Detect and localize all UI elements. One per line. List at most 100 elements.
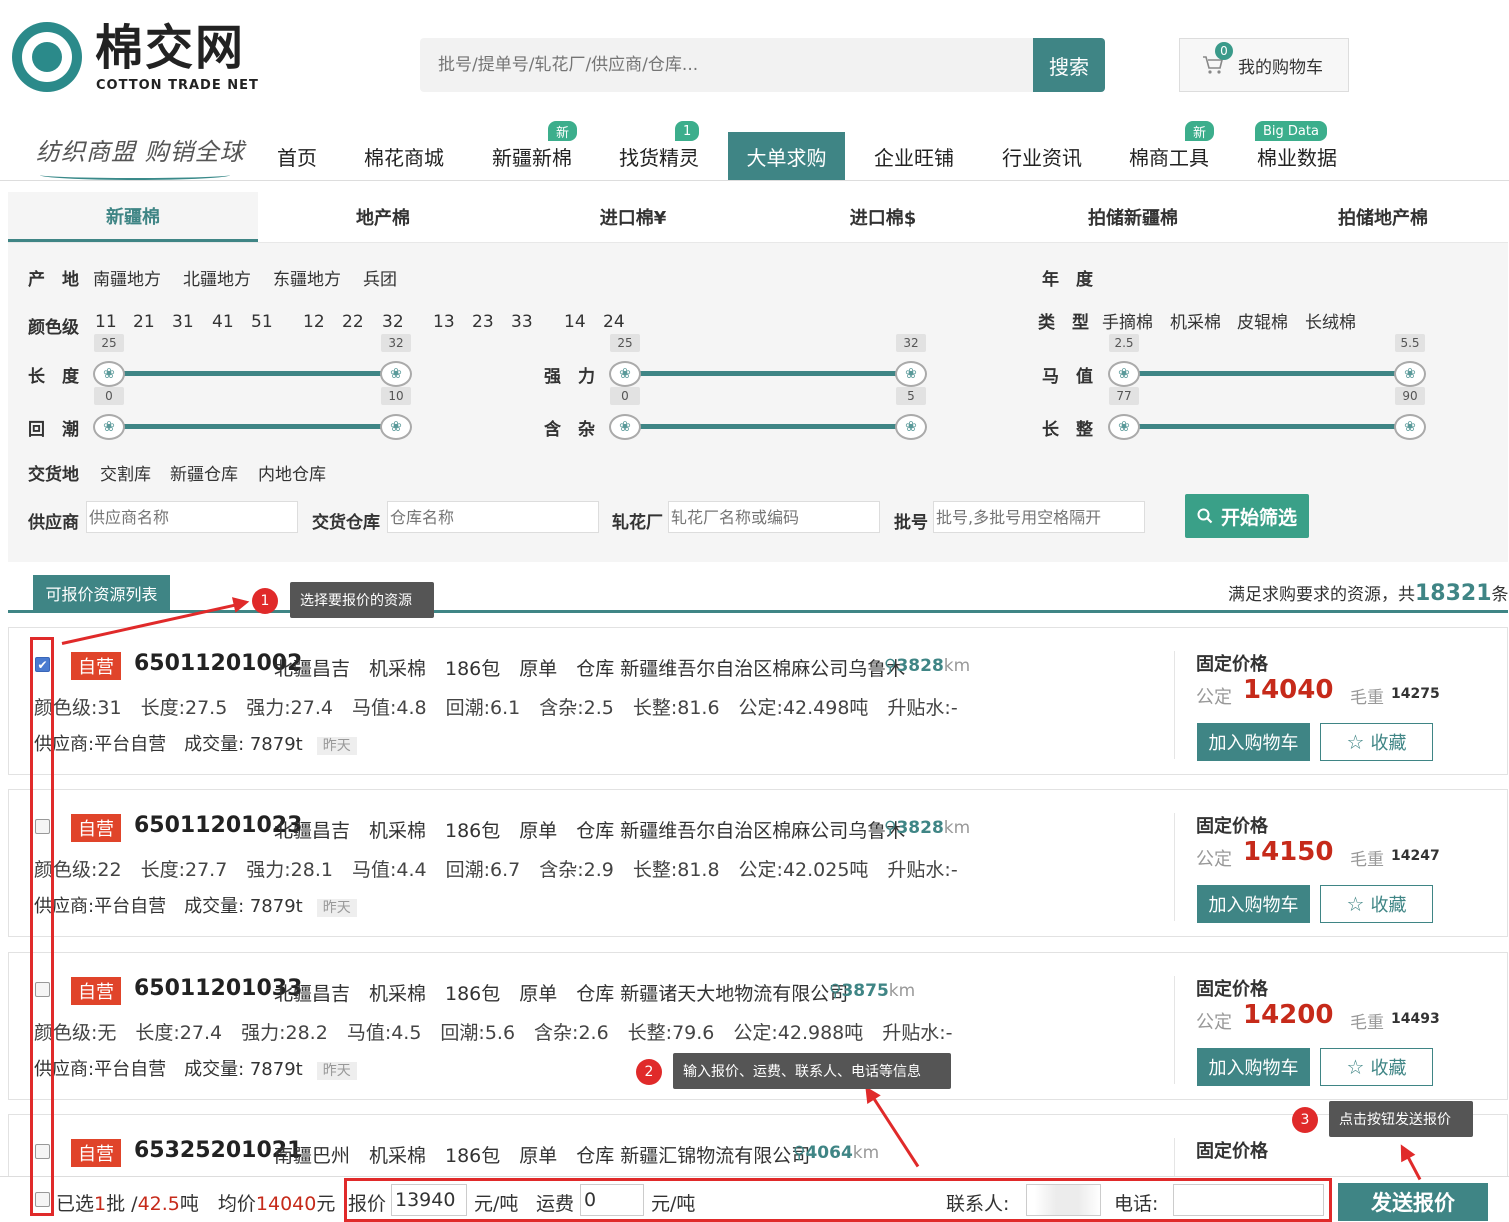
star-icon: ☆ <box>1346 730 1365 754</box>
color-option-1[interactable]: 21 <box>133 312 155 332</box>
gin-label: 轧花厂 <box>612 513 663 533</box>
selected-count: 1 <box>94 1193 107 1215</box>
favorite-button[interactable]: ☆ 收藏 <box>1320 723 1433 761</box>
cotton-knob-icon[interactable]: ❀ <box>1394 414 1426 440</box>
nav-item-0[interactable]: 首页 <box>262 132 332 180</box>
delivery-option-1[interactable]: 新疆仓库 <box>170 460 238 485</box>
color-option-10[interactable]: 33 <box>511 312 533 332</box>
cotton-knob-icon[interactable]: ❀ <box>380 361 412 387</box>
batch-label: 批号 <box>894 513 928 533</box>
slider-label-5: 长 整 <box>1042 420 1093 440</box>
add-to-cart-button[interactable]: 加入购物车 <box>1197 1048 1310 1086</box>
gin-input[interactable] <box>668 501 880 533</box>
price-type-title: 固定价格 <box>1196 654 1268 675</box>
nav-item-3[interactable]: 找货精灵 <box>605 132 713 180</box>
slider-track-1[interactable] <box>625 371 911 376</box>
star-icon: ☆ <box>1346 1055 1365 1079</box>
favorite-button[interactable]: ☆ 收藏 <box>1320 885 1433 923</box>
send-quote-button[interactable]: 发送报价 <box>1338 1183 1488 1221</box>
tab-3[interactable]: 进口棉$ <box>758 192 1008 242</box>
resource-summary: 北疆昌吉 机采棉 186包 原单 仓库 新疆诸天大地物流有限公司 <box>274 983 849 1005</box>
fixed-price: 14200 <box>1243 1000 1334 1030</box>
cotton-knob-icon[interactable]: ❀ <box>93 414 125 440</box>
quality-indicators: 颜色级:无 长度:27.4 强力:28.2 马值:4.5 回潮:5.6 含杂:2… <box>34 1022 953 1044</box>
color-option-4[interactable]: 51 <box>251 312 273 332</box>
tab-1[interactable]: 地产棉 <box>258 192 508 242</box>
cotton-knob-icon[interactable]: ❀ <box>609 361 641 387</box>
favorite-button[interactable]: ☆ 收藏 <box>1320 1048 1433 1086</box>
origin-option-0[interactable]: 南疆地方 <box>93 265 161 290</box>
resource-summary: 南疆巴州 机采棉 186包 原单 仓库 新疆汇锦物流有限公司 <box>274 1145 811 1167</box>
batch-input[interactable] <box>933 501 1145 533</box>
color-option-6[interactable]: 22 <box>342 312 364 332</box>
slider-track-5[interactable] <box>1124 424 1410 429</box>
origin-option-3[interactable]: 兵团 <box>363 265 397 290</box>
logo-title[interactable]: 棉交网 <box>95 18 245 78</box>
color-option-9[interactable]: 23 <box>472 312 494 332</box>
nav-badge-8: Big Data <box>1255 121 1327 141</box>
slider-min-value-1: 25 <box>610 334 640 352</box>
cart-button[interactable]: 我的购物车 <box>1179 38 1349 92</box>
color-option-0[interactable]: 11 <box>95 312 117 332</box>
listing-time: 昨天 <box>316 1062 357 1080</box>
color-option-2[interactable]: 31 <box>172 312 194 332</box>
quotable-list-tab[interactable]: 可报价资源列表 <box>33 575 170 610</box>
supplier-input[interactable] <box>86 501 298 533</box>
annotation-tip-2: 输入报价、运费、联系人、电话等信息 <box>673 1053 951 1089</box>
slider-track-2[interactable] <box>1124 371 1410 376</box>
add-to-cart-button[interactable]: 加入购物车 <box>1197 885 1310 923</box>
search-button[interactable]: 搜索 <box>1033 38 1105 92</box>
cotton-knob-icon[interactable]: ❀ <box>380 414 412 440</box>
self-operated-tag: 自营 <box>71 652 121 680</box>
cotton-knob-icon[interactable]: ❀ <box>1108 414 1140 440</box>
supplier-info: 供应商:平台自营 成交量: 7879t 昨天 <box>34 730 357 756</box>
cotton-knob-icon[interactable]: ❀ <box>895 361 927 387</box>
nav-item-4[interactable]: 大单求购 <box>728 132 845 180</box>
gross-weight-label: 毛重 <box>1350 1013 1384 1033</box>
color-option-3[interactable]: 41 <box>212 312 234 332</box>
type-option-1[interactable]: 机采棉 <box>1170 308 1221 333</box>
nav-item-6[interactable]: 行业资讯 <box>988 132 1096 180</box>
start-filter-button[interactable]: 开始筛选 <box>1185 494 1309 538</box>
slider-max-value-3: 10 <box>381 387 411 405</box>
nav-item-1[interactable]: 棉花商城 <box>350 132 458 180</box>
color-option-12[interactable]: 24 <box>603 312 625 332</box>
slider-track-3[interactable] <box>109 424 396 429</box>
color-option-11[interactable]: 14 <box>564 312 586 332</box>
type-option-0[interactable]: 手摘棉 <box>1102 308 1153 333</box>
cart-count-badge: 0 <box>1215 42 1233 60</box>
origin-option-2[interactable]: 东疆地方 <box>273 265 341 290</box>
location-pin-icon: ⚲ <box>884 818 897 838</box>
cotton-knob-icon[interactable]: ❀ <box>1394 361 1426 387</box>
color-option-5[interactable]: 12 <box>303 312 325 332</box>
tab-5[interactable]: 拍储地产棉 <box>1258 192 1508 242</box>
slider-track-4[interactable] <box>625 424 911 429</box>
tab-4[interactable]: 拍储新疆棉 <box>1008 192 1258 242</box>
supplier-label: 供应商 <box>28 513 79 533</box>
color-option-7[interactable]: 32 <box>382 312 404 332</box>
cotton-knob-icon[interactable]: ❀ <box>895 414 927 440</box>
delivery-option-2[interactable]: 内地仓库 <box>258 460 326 485</box>
warehouse-input[interactable] <box>387 501 599 533</box>
type-option-2[interactable]: 皮辊棉 <box>1237 308 1288 333</box>
search-input[interactable] <box>420 38 1034 92</box>
tab-2[interactable]: 进口棉¥ <box>508 192 758 242</box>
list-divider <box>8 610 1508 613</box>
quality-indicators: 颜色级:22 长度:27.7 强力:28.1 马值:4.4 回潮:6.7 含杂:… <box>34 859 958 881</box>
price-type-title: 固定价格 <box>1196 979 1268 1000</box>
type-option-3[interactable]: 长绒棉 <box>1305 308 1356 333</box>
add-to-cart-button[interactable]: 加入购物车 <box>1197 723 1310 761</box>
origin-option-1[interactable]: 北疆地方 <box>183 265 251 290</box>
origin-label: 产 地 <box>28 270 79 290</box>
logo-icon[interactable] <box>12 22 82 92</box>
tab-0[interactable]: 新疆棉 <box>8 192 258 242</box>
slider-track-0[interactable] <box>109 371 396 376</box>
cotton-knob-icon[interactable]: ❀ <box>1108 361 1140 387</box>
cotton-knob-icon[interactable]: ❀ <box>609 414 641 440</box>
color-option-8[interactable]: 13 <box>433 312 455 332</box>
nav-item-5[interactable]: 企业旺铺 <box>860 132 968 180</box>
delivery-option-0[interactable]: 交割库 <box>100 460 151 485</box>
delivery-label: 交货地 <box>28 465 79 485</box>
annotation-form-box <box>344 1178 1332 1222</box>
cotton-knob-icon[interactable]: ❀ <box>93 361 125 387</box>
